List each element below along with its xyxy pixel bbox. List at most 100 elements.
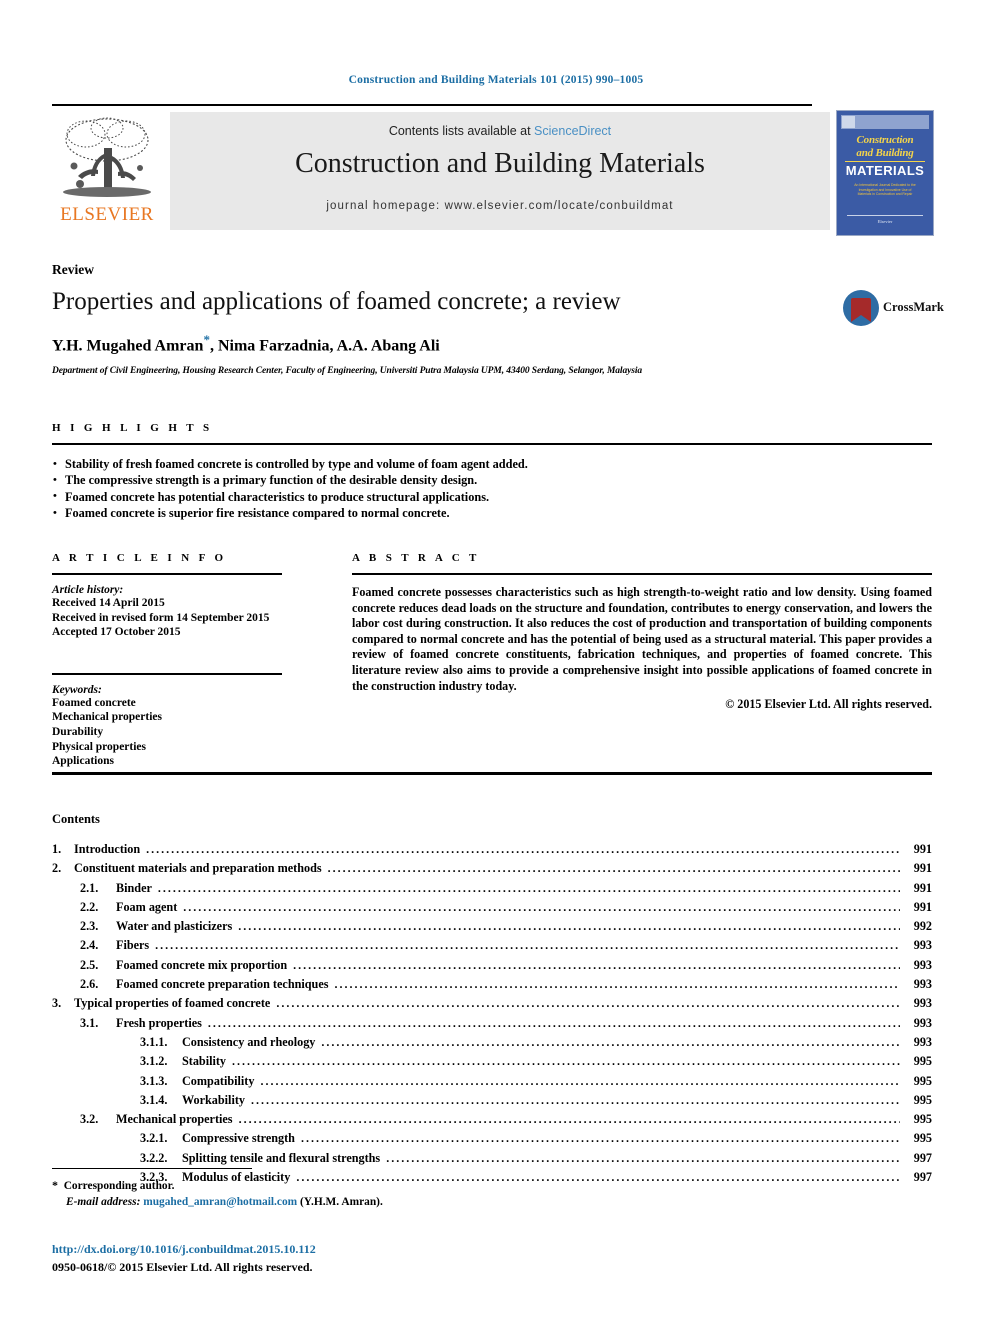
toc-leader-dots: ........................................… [260,1073,900,1088]
toc-entry[interactable]: 3.1.3. Compatibility.....................… [52,1072,932,1091]
article-history-received: Received 14 April 2015 [52,597,165,609]
toc-entry[interactable]: 2.5. Foamed concrete mix proportion......… [52,956,932,975]
cover-footer: Elsevier [877,219,893,224]
keyword-item: Physical properties [52,740,147,753]
toc-entry-page: 993 [913,1034,932,1049]
author-others: , Nima Farzadnia, A.A. Abang Ali [209,337,440,355]
article-info-divider [52,573,282,575]
author-affiliation: Department of Civil Engineering, Housing… [52,366,643,376]
toc-entry[interactable]: 3.1.4. Workability.......................… [52,1091,932,1110]
email-label: E-mail address: [66,1195,141,1208]
table-of-contents: 1. Introduction..........................… [52,840,932,1187]
highlights-heading: H I G H L I G H T S [52,422,213,434]
elsevier-logo: ELSEVIER [52,112,162,232]
crossmark-badge[interactable]: CrossMark [843,288,944,330]
toc-entry-page: 995 [913,1112,932,1127]
journal-cover-thumbnail: Construction and Building MATERIALS An I… [836,110,934,236]
keyword-item: Mechanical properties [52,711,162,724]
highlights-list: Stability of fresh foamed concrete is co… [52,455,932,522]
highlight-item: Stability of fresh foamed concrete is co… [52,455,932,472]
toc-leader-dots: ........................................… [155,938,900,953]
cover-elsevier-mark-icon [842,116,855,128]
toc-entry-label: Foam agent [116,899,178,914]
toc-entry-page: 997 [913,1150,932,1165]
highlight-item: Foamed concrete is superior fire resista… [52,505,932,522]
journal-title: Construction and Building Materials [295,148,705,179]
toc-entry[interactable]: 3.2.2. Splitting tensile and flexural str… [52,1149,932,1168]
toc-entry-number: 3.1.1. [140,1034,168,1049]
toc-entry[interactable]: 2.2. Foam agent..........................… [52,898,932,917]
cover-subtitle: An International Journal Dedicated to th… [854,183,916,197]
journal-homepage-link[interactable]: journal homepage: www.elsevier.com/locat… [170,200,830,212]
elsevier-tree-icon [63,117,151,197]
toc-entry[interactable]: 3.1.1. Consistency and rheology..........… [52,1033,932,1052]
toc-entry-label: Mechanical properties [116,1112,233,1127]
crossmark-label: CrossMark [883,300,944,314]
toc-leader-dots: ........................................… [334,977,900,992]
toc-leader-dots: ........................................… [146,842,900,856]
cover-title-line1: Construction [856,134,914,146]
author-primary: Y.H. Mugahed Amran [52,337,204,355]
article-history-accepted: Accepted 17 October 2015 [52,626,181,639]
highlight-item: The compressive strength is a primary fu… [52,472,932,489]
toc-entry-page: 997 [913,1170,932,1185]
toc-entry[interactable]: 2.1. Binder..............................… [52,879,932,898]
toc-leader-dots: ........................................… [238,1112,900,1127]
toc-entry-label: Compatibility [182,1073,255,1088]
article-type-kicker: Review [52,262,94,277]
toc-entry-page: 991 [913,842,932,856]
article-history-revised: Received in revised form 14 September 20… [52,611,270,624]
toc-entry[interactable]: 2.4. Fibers..............................… [52,936,932,955]
toc-entry-label: Workability [182,1092,245,1107]
toc-entry-number: 2.2. [80,899,99,914]
toc-entry-number: 2.6. [80,977,99,992]
toc-entry[interactable]: 2. Constituent materials and preparation … [52,859,932,878]
keywords-divider [52,672,282,675]
toc-entry-label: Binder [116,880,152,895]
asterisk-icon: * [52,1178,58,1192]
toc-entry-label: Consistency and rheology [182,1034,316,1049]
journal-masthead: ELSEVIER Contents lists available at Sci… [52,110,934,236]
toc-entry[interactable]: 3.1. Fresh properties....................… [52,1014,932,1033]
toc-entry-page: 995 [913,1054,932,1069]
cover-divider [845,161,925,162]
toc-entry-page: 993 [913,977,932,992]
toc-entry-label: Fibers [116,938,150,953]
toc-entry-number: 3.1.3. [140,1073,168,1088]
email-link[interactable]: mugahed_amran@hotmail.com [143,1196,297,1208]
keywords-label: Keywords: [52,683,102,696]
highlights-divider [52,443,932,445]
toc-entry-label: Fresh properties [116,1015,202,1030]
toc-leader-dots: ........................................… [238,919,900,934]
article-info-heading: A R T I C L E I N F O [52,552,227,564]
toc-entry-number: 2.5. [80,957,99,972]
cover-title-line2: and Building [856,147,914,159]
toc-entry-number: 3.2.2. [140,1150,168,1165]
sciencedirect-link[interactable]: ScienceDirect [534,124,611,138]
toc-entry[interactable]: 3.2. Mechanical properties...............… [52,1110,932,1129]
toc-entry-page: 991 [913,899,932,914]
toc-entry-page: 995 [913,1131,932,1146]
doi-link[interactable]: http://dx.doi.org/10.1016/j.conbuildmat.… [52,1242,316,1257]
toc-leader-dots: ........................................… [321,1034,900,1049]
toc-entry-number: 2.1. [80,880,99,895]
toc-leader-dots: ........................................… [157,880,900,895]
toc-entry-number: 3.1.2. [140,1054,168,1069]
toc-entry-label: Stability [182,1054,227,1069]
toc-entry[interactable]: 3.2.1. Compressive strength..............… [52,1129,932,1148]
author-list: Y.H. Mugahed Amran*, Nima Farzadnia, A.A… [52,332,832,355]
corresponding-author-text: Corresponding author. [63,1180,175,1192]
toc-entry[interactable]: 2.3. Water and plasticizers..............… [52,917,932,936]
toc-entry[interactable]: 1. Introduction..........................… [52,840,932,859]
toc-leader-dots: ........................................… [386,1150,900,1165]
toc-entry-number: 1. [52,842,62,856]
footnote-divider [52,1168,252,1169]
toc-entry-label: Foamed concrete preparation techniques [116,977,329,992]
keyword-item: Durability [52,725,104,738]
toc-entry-number: 3.1.4. [140,1092,168,1107]
abstract-copyright: © 2015 Elsevier Ltd. All rights reserved… [725,697,932,712]
toc-entry[interactable]: 2.6. Foamed concrete preparation techniqu… [52,975,932,994]
toc-entry-number: 2.3. [80,919,99,934]
toc-entry[interactable]: 3.1.2. Stability.........................… [52,1052,932,1071]
toc-entry[interactable]: 3. Typical properties of foamed concrete.… [52,994,932,1013]
